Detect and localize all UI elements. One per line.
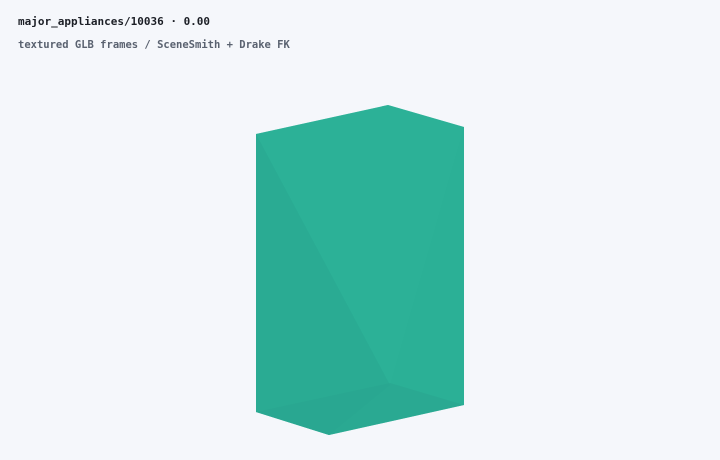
- appliance-model[interactable]: [256, 105, 464, 435]
- viewer-subtitle: textured GLB frames / SceneSmith + Drake…: [18, 39, 290, 51]
- scene-viewer[interactable]: major_appliances/10036 · 0.00 textured G…: [0, 0, 720, 460]
- viewer-title: major_appliances/10036 · 0.00: [18, 15, 211, 28]
- render-canvas[interactable]: [0, 0, 720, 460]
